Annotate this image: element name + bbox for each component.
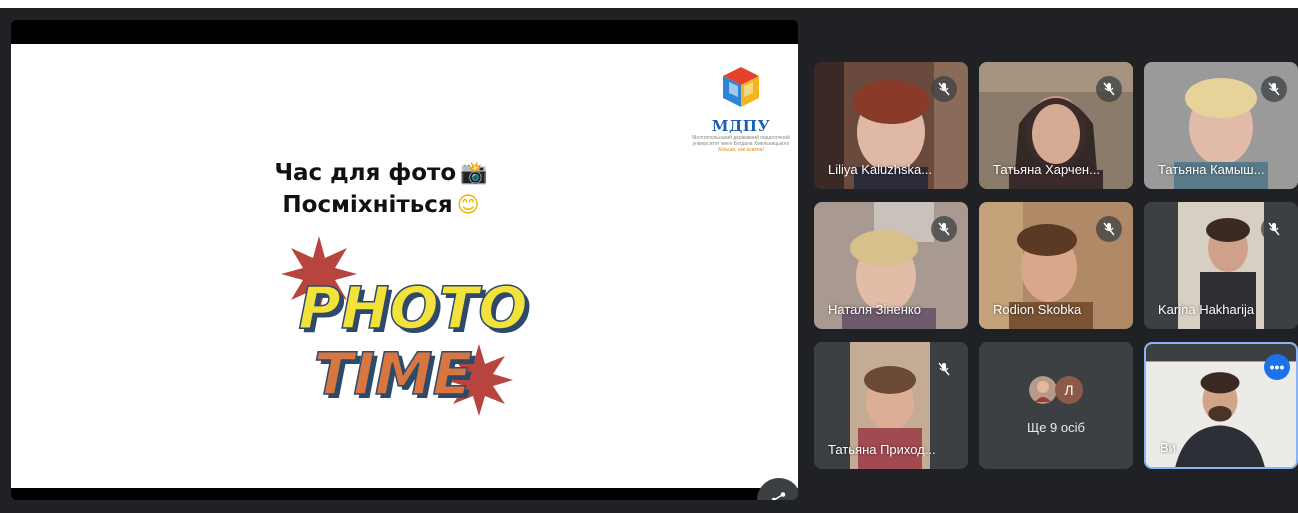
participant-tile[interactable]: Karina Hakharija [1144, 202, 1298, 329]
more-participants-label: Ще 9 осіб [1027, 420, 1085, 435]
participant-name: Татьяна Харчен... [993, 162, 1100, 177]
slide-heading-line1: Час для фото 📸 [231, 160, 531, 186]
slide-heading-line2: Посміхніться 😊 [231, 192, 531, 218]
photo-text: PHOTO [298, 274, 527, 342]
mic-off-icon [1261, 216, 1287, 242]
participant-tile[interactable]: Татьяна Харчен... [979, 62, 1133, 189]
slide-heading-text-2: Посміхніться [282, 192, 453, 218]
participant-tile[interactable]: Татьяна Камыш... [1144, 62, 1298, 189]
participant-name: Rodion Skobka [993, 302, 1082, 317]
more-avatars: Л [1029, 376, 1089, 406]
mic-off-icon [1096, 216, 1122, 242]
participant-tile[interactable]: Liliya Kaluzhska... [814, 62, 968, 189]
more-participants-tile[interactable]: Л Ще 9 осіб [979, 342, 1133, 469]
mic-off-icon [931, 216, 957, 242]
meeting-window: МДПУ Мелітопольський державний педагогіч… [0, 8, 1298, 513]
self-view-tile[interactable]: ••• Ви [1144, 342, 1298, 469]
presentation-slide: МДПУ Мелітопольський державний педагогіч… [11, 44, 798, 488]
logo-tagline: Більше, ніж освіта! [718, 147, 764, 153]
participant-name: Татьяна Приход... [828, 442, 936, 457]
logo-cube-icon [723, 67, 759, 107]
presentation-view[interactable]: МДПУ Мелітопольський державний педагогіч… [11, 20, 798, 500]
time-text: TIME [314, 340, 472, 408]
smile-icon: 😊 [456, 193, 480, 218]
logo-subtitle: Мелітопольський державний педагогічний у… [692, 135, 790, 147]
participant-tile[interactable]: Наталя Зіненко [814, 202, 968, 329]
mic-off-icon [931, 356, 957, 382]
mic-off-icon [1261, 76, 1287, 102]
camera-flash-icon: 📸 [460, 161, 488, 186]
participant-tile[interactable]: Татьяна Приход... [814, 342, 968, 469]
avatar-letter: Л [1055, 376, 1083, 404]
participant-tile[interactable]: Rodion Skobka [979, 202, 1133, 329]
avatar [1029, 376, 1057, 404]
university-logo: МДПУ Мелітопольський державний педагогіч… [691, 64, 791, 153]
participant-name: Karina Hakharija [1158, 302, 1255, 317]
slide-heading-text: Час для фото [274, 160, 457, 186]
more-options-button[interactable]: ••• [1264, 354, 1290, 380]
participant-name: Татьяна Камыш... [1158, 162, 1265, 177]
mic-off-icon [931, 76, 957, 102]
participant-name: Наталя Зіненко [828, 302, 921, 317]
photo-time-graphic: PHOTO PHOTO TIME TIME [281, 236, 531, 416]
participant-name: Liliya Kaluzhska... [828, 162, 933, 177]
logo-title: МДПУ [711, 117, 771, 135]
mic-off-icon [1096, 76, 1122, 102]
self-name: Ви [1160, 440, 1176, 455]
share-icon [771, 492, 786, 500]
more-dots-icon: ••• [1269, 359, 1285, 375]
